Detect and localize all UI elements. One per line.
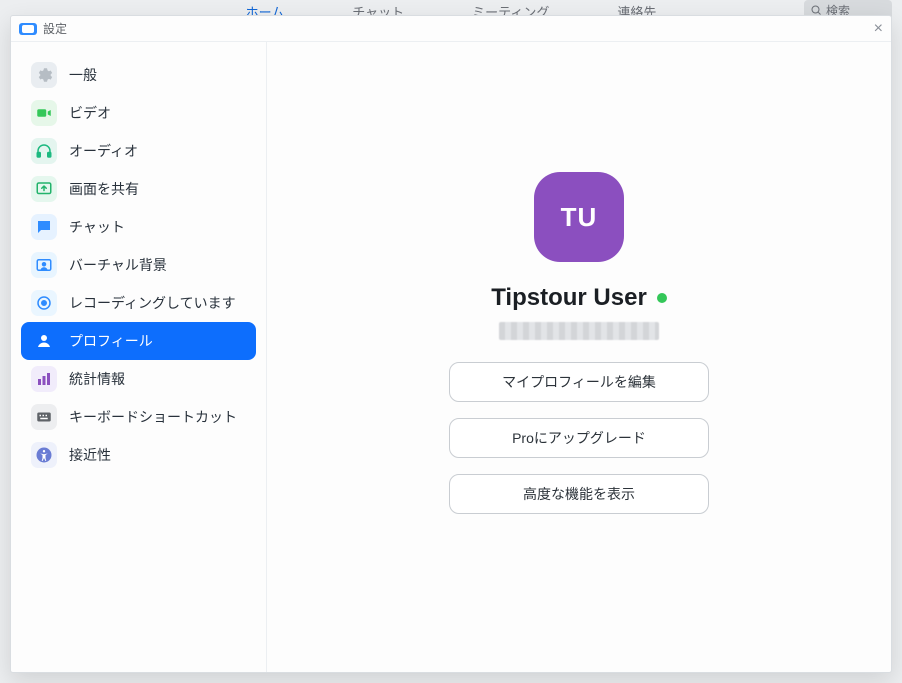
sidebar-item-label: プロフィール [69, 331, 153, 351]
headphones-icon [31, 138, 57, 164]
virtual-background-icon [31, 252, 57, 278]
profile-panel: TU Tipstour User マイプロフィールを編集 Proにアップグレード… [267, 42, 891, 672]
sidebar-item-chat[interactable]: チャット [21, 208, 256, 246]
sidebar-item-label: 一般 [69, 65, 97, 85]
keyboard-icon [31, 404, 57, 430]
sidebar-item-label: バーチャル背景 [69, 255, 167, 275]
sidebar-item-label: 画面を共有 [69, 179, 139, 199]
email-redacted [499, 322, 659, 340]
statistics-icon [31, 366, 57, 392]
sidebar-item-label: チャット [69, 217, 125, 237]
sidebar-item-virtual-background[interactable]: バーチャル背景 [21, 246, 256, 284]
edit-profile-button[interactable]: マイプロフィールを編集 [449, 362, 709, 402]
app-icon [19, 23, 37, 35]
settings-window: 設定 × 一般 ビデオ オーディオ [10, 15, 892, 673]
share-screen-icon [31, 176, 57, 202]
sidebar-item-label: 統計情報 [69, 369, 125, 389]
profile-icon [31, 328, 57, 354]
sidebar-item-label: 接近性 [69, 445, 111, 465]
sidebar-item-statistics[interactable]: 統計情報 [21, 360, 256, 398]
avatar-initials: TU [561, 202, 598, 233]
sidebar-item-keyboard-shortcuts[interactable]: キーボードショートカット [21, 398, 256, 436]
sidebar-item-recording[interactable]: レコーディングしています [21, 284, 256, 322]
video-icon [31, 100, 57, 126]
gear-icon [31, 62, 57, 88]
sidebar-item-label: キーボードショートカット [69, 407, 237, 427]
sidebar-item-profile[interactable]: プロフィール [21, 322, 256, 360]
accessibility-icon [31, 442, 57, 468]
sidebar-item-label: レコーディングしています [69, 293, 236, 313]
chat-icon [31, 214, 57, 240]
sidebar-item-video[interactable]: ビデオ [21, 94, 256, 132]
window-title: 設定 [43, 20, 67, 37]
sidebar-item-label: オーディオ [69, 141, 138, 161]
upgrade-pro-button[interactable]: Proにアップグレード [449, 418, 709, 458]
presence-indicator-icon [657, 293, 667, 303]
sidebar-item-general[interactable]: 一般 [21, 56, 256, 94]
sidebar-item-label: ビデオ [69, 103, 111, 123]
avatar[interactable]: TU [534, 172, 624, 262]
titlebar: 設定 × [11, 16, 891, 42]
advanced-features-button[interactable]: 高度な機能を表示 [449, 474, 709, 514]
sidebar-item-audio[interactable]: オーディオ [21, 132, 256, 170]
display-name-row: Tipstour User [491, 284, 667, 312]
record-icon [31, 290, 57, 316]
sidebar-item-accessibility[interactable]: 接近性 [21, 436, 256, 474]
sidebar-item-share-screen[interactable]: 画面を共有 [21, 170, 256, 208]
display-name: Tipstour User [491, 284, 647, 312]
close-icon[interactable]: × [874, 21, 883, 37]
settings-sidebar: 一般 ビデオ オーディオ 画面を共有 [11, 42, 267, 672]
